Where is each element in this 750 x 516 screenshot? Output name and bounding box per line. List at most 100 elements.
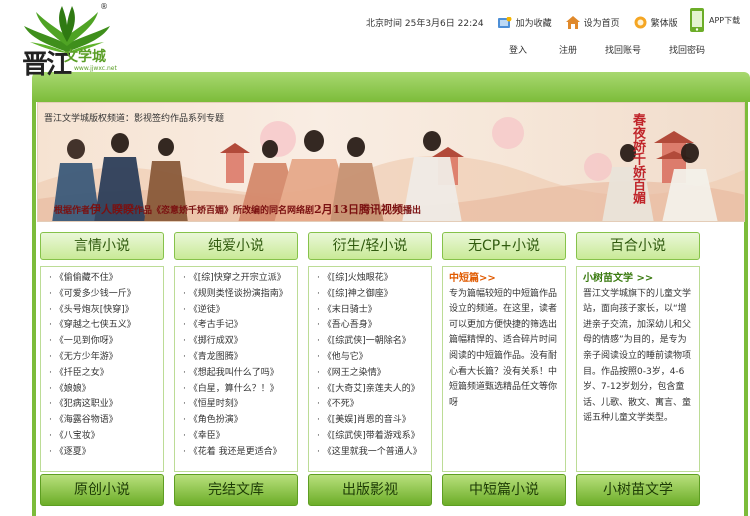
panel-nocp: 中短篇>> 专为篇幅较短的中短篇作品设立的频道。在这里，读者可以更加方便快捷的筛… <box>442 266 566 472</box>
book-link[interactable]: · 《海露谷物语》 <box>49 413 163 429</box>
sapling-content: 小树苗文学 >> 晋江文学城旗下的儿童文学站，面向孩子家长，以“增进亲子交流，加… <box>577 267 699 431</box>
beijing-clock: 北京时间 25年3月6日 22:24 <box>366 19 484 29</box>
book-link[interactable]: · 《青龙图腾》 <box>183 350 297 366</box>
book-link[interactable]: · 《[综]快穿之开宗立派》 <box>183 271 297 287</box>
green-frame-left <box>32 100 36 516</box>
book-link[interactable]: · 《可爱多少钱一斤》 <box>49 287 163 303</box>
logo-sub-text: 文学城 <box>64 49 106 65</box>
book-title: 《网王之染情》 <box>322 367 386 378</box>
traditional-label: 繁体版 <box>650 19 678 29</box>
book-link[interactable]: · 《娘娘》 <box>49 382 163 398</box>
list-romance: · 《偷偷藏不住》 · 《可爱多少钱一斤》 · 《头号炮灰[快穿]》 · 《穿越之七侠… <box>41 267 163 461</box>
book-link[interactable]: · 《考古手记》 <box>183 318 297 334</box>
caption-pre: 根据作者 <box>54 206 91 216</box>
tab-danmei[interactable]: 纯爱小说 <box>174 232 298 260</box>
list-danmei: · 《[综]快穿之开宗立派》 · 《规则类怪谈扮演指南》 · 《逆徒》 · 《考古手记… <box>175 267 297 461</box>
tab-gl[interactable]: 百合小说 <box>576 232 700 260</box>
book-title: 《青龙图腾》 <box>188 351 243 362</box>
book-link[interactable]: · 《想起我叫什么了吗》 <box>183 366 297 382</box>
book-title: 《八宝妆》 <box>54 430 100 441</box>
column-derivative: 衍生/轻小说 · 《[综]火烛眼花》 · 《[综]神之御座》 · 《末日骑士》 · 《… <box>308 232 432 472</box>
book-title: 《[综武侠]带着游戏系》 <box>322 430 420 441</box>
add-favorite-link[interactable]: 加为收藏 <box>497 16 552 29</box>
find-account-link[interactable]: 找回账号 <box>605 43 641 56</box>
book-link[interactable]: · 《偷偷藏不住》 <box>49 271 163 287</box>
tab-sapling-literature[interactable]: 小树苗文学 <box>576 474 700 506</box>
book-title: 《规则类怪谈扮演指南》 <box>188 288 288 299</box>
app-download-link[interactable]: APP下载 <box>688 8 750 34</box>
book-link[interactable]: · 《末日骑士》 <box>317 303 431 319</box>
promo-banner[interactable]: 晋江文学城版权频道：影视签约作品系列专题 春夜娇千娇百媚 根据作者伊人睽睽作品《… <box>37 102 745 222</box>
book-title: 《头号炮灰[快穿]》 <box>54 304 134 315</box>
book-title: 《逐夏》 <box>54 446 91 457</box>
book-link[interactable]: · 《角色扮演》 <box>183 413 297 429</box>
tab-short-novels[interactable]: 中短篇小说 <box>442 474 566 506</box>
book-link[interactable]: · 《八宝妆》 <box>49 429 163 445</box>
set-homepage-link[interactable]: 设为首页 <box>565 16 620 29</box>
list-derivative: · 《[综]火烛眼花》 · 《[综]神之御座》 · 《末日骑士》 · 《吾心吾身》 · … <box>309 267 431 461</box>
home-icon <box>565 16 580 29</box>
book-link[interactable]: · 《掷行成双》 <box>183 334 297 350</box>
book-title: 《可爱多少钱一斤》 <box>54 288 136 299</box>
tab-nocp[interactable]: 无CP+小说 <box>442 232 566 260</box>
book-link[interactable]: · 《[综武侠]带着游戏系》 <box>317 429 431 445</box>
tab-completed-library[interactable]: 完结文库 <box>174 474 298 506</box>
short-story-link[interactable]: 中短篇>> <box>449 271 559 287</box>
book-link[interactable]: · 《头号炮灰[快穿]》 <box>49 303 163 319</box>
panel-romance: · 《偷偷藏不住》 · 《可爱多少钱一斤》 · 《头号炮灰[快穿]》 · 《穿越之七侠… <box>40 266 164 472</box>
book-link[interactable]: · 《一见到你呀》 <box>49 334 163 350</box>
book-link[interactable]: · 《恒星时刻》 <box>183 397 297 413</box>
book-link[interactable]: · 《幸臣》 <box>183 429 297 445</box>
traditional-link[interactable]: 繁体版 <box>634 16 678 29</box>
book-title: 《偷偷藏不住》 <box>54 273 118 283</box>
tab-original-novels[interactable]: 原创小说 <box>40 474 164 506</box>
set-homepage-label: 设为首页 <box>583 19 620 29</box>
book-link[interactable]: · 《[大奇艾]亲莲夫人的》 <box>317 382 431 398</box>
login-link[interactable]: 登入 <box>509 43 527 56</box>
book-link[interactable]: · 《扦臣之女》 <box>49 366 163 382</box>
find-password-link[interactable]: 找回密码 <box>669 43 705 56</box>
site-logo[interactable]: ® 晋江 文学城 www.jjwxc.net <box>22 2 122 92</box>
book-link[interactable]: · 《[综武侠]一朝除名》 <box>317 334 431 350</box>
book-link[interactable]: · 《逐夏》 <box>49 445 163 461</box>
book-link[interactable]: · 《网王之染情》 <box>317 366 431 382</box>
book-link[interactable]: · 《花着 我还是更适合》 <box>183 445 297 461</box>
book-link[interactable]: · 《他与它》 <box>317 350 431 366</box>
book-link[interactable]: · 《逆徒》 <box>183 303 297 319</box>
book-title: 《犯病这职业》 <box>54 399 118 410</box>
green-frame-top <box>32 72 750 102</box>
book-link[interactable]: · 《这里就我一个普通人》 <box>317 445 431 461</box>
register-link[interactable]: 注册 <box>559 43 577 56</box>
column-romance: 言情小说 · 《偷偷藏不住》 · 《可爱多少钱一斤》 · 《头号炮灰[快穿]》 · 《… <box>40 232 164 472</box>
tab-publishing-film[interactable]: 出版影视 <box>308 474 432 506</box>
app-download-label: APP下载 <box>709 16 741 25</box>
book-title: 《扦臣之女》 <box>54 367 109 378</box>
book-title: 《娘娘》 <box>54 383 91 394</box>
nocp-content: 中短篇>> 专为篇幅较短的中短篇作品设立的频道。在这里，读者可以更加方便快捷的筛… <box>443 267 565 415</box>
caption-date: 2月13日腾讯视频 <box>314 203 403 216</box>
tab-derivative[interactable]: 衍生/轻小说 <box>308 232 432 260</box>
book-link[interactable]: · 《不死》 <box>317 397 431 413</box>
book-title: 《[综]火烛眼花》 <box>322 273 393 283</box>
book-link[interactable]: · 《白星，算什么？！》 <box>183 382 297 398</box>
book-title: 《掷行成双》 <box>188 336 243 347</box>
book-link[interactable]: · 《[综]神之御座》 <box>317 287 431 303</box>
book-title: 《末日骑士》 <box>322 304 377 315</box>
add-favorite-label: 加为收藏 <box>515 19 552 29</box>
book-title: 《[大奇艾]亲莲夫人的》 <box>322 383 420 394</box>
book-link[interactable]: · 《[综]火烛眼花》 <box>317 271 431 287</box>
book-link[interactable]: · 《无方少年游》 <box>49 350 163 366</box>
column-gl: 百合小说 小树苗文学 >> 晋江文学城旗下的儿童文学站，面向孩子家长，以“增进亲… <box>576 232 700 472</box>
panel-gl: 小树苗文学 >> 晋江文学城旗下的儿童文学站，面向孩子家长，以“增进亲子交流，加… <box>576 266 700 472</box>
book-link[interactable]: · 《穿越之七侠五义》 <box>49 318 163 334</box>
caption-author: 伊人睽睽 <box>90 203 135 216</box>
book-link[interactable]: · 《[美娱]肖恩的音斗》 <box>317 413 431 429</box>
globe-icon <box>634 16 647 29</box>
sapling-literature-link[interactable]: 小树苗文学 >> <box>583 271 693 287</box>
book-link[interactable]: · 《犯病这职业》 <box>49 397 163 413</box>
book-link[interactable]: · 《规则类怪谈扮演指南》 <box>183 287 297 303</box>
book-link[interactable]: · 《吾心吾身》 <box>317 318 431 334</box>
tab-romance[interactable]: 言情小说 <box>40 232 164 260</box>
sapling-description: 晋江文学城旗下的儿童文学站，面向孩子家长，以“增进亲子交流，加深幼儿和父母的情感… <box>583 288 692 424</box>
book-title: 《[综]神之御座》 <box>322 288 393 299</box>
